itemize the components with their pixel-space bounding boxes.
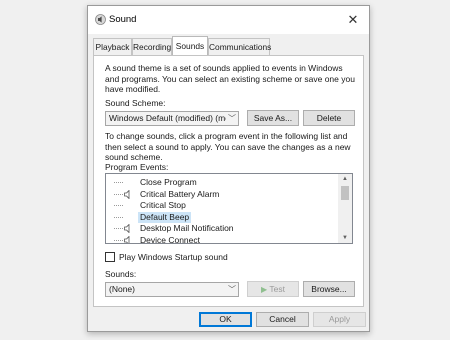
title-bar: Sound ✕ (88, 6, 369, 34)
speaker-icon (124, 235, 132, 243)
intro-line: and programs. You can select an existing… (105, 73, 355, 84)
event-label: Device Connect (140, 234, 201, 244)
chevron-down-icon: ﹀ (226, 112, 238, 125)
speaker-icon (124, 223, 132, 234)
scroll-thumb[interactable] (341, 186, 349, 200)
tab-playback[interactable]: Playback (93, 38, 132, 55)
ok-button[interactable]: OK (199, 312, 252, 327)
startup-sound-label: Play Windows Startup sound (119, 252, 228, 262)
event-label: Default Beep (138, 211, 192, 223)
chevron-down-icon: ﹀ (226, 283, 238, 296)
save-as-button[interactable]: Save As... (247, 110, 299, 126)
scheme-value: Windows Default (modified) (mc (109, 113, 230, 123)
play-icon: ▶ (261, 285, 268, 294)
event-label: Desktop Mail Notification (140, 223, 234, 233)
scroll-down-icon[interactable]: ▼ (338, 233, 352, 243)
list-item[interactable]: Desktop Mail Notification (106, 223, 338, 235)
sounds-label: Sounds: (105, 269, 137, 279)
test-button[interactable]: ▶ Test (247, 281, 299, 297)
apply-button[interactable]: Apply (313, 312, 366, 327)
instructions-text: To change sounds, click a program event … (105, 131, 351, 163)
sounds-panel: A sound theme is a set of sounds applied… (93, 55, 364, 307)
tab-communications[interactable]: Communications (208, 38, 271, 55)
list-item[interactable]: Close Program (106, 177, 338, 189)
instructions-line: sound scheme. (105, 152, 163, 162)
cancel-button[interactable]: Cancel (256, 312, 309, 327)
scroll-up-icon[interactable]: ▲ (338, 174, 352, 184)
list-item[interactable]: Critical Stop (106, 200, 338, 212)
tab-sounds[interactable]: Sounds (172, 36, 208, 55)
event-label: Close Program (140, 177, 197, 187)
tab-recording[interactable]: Recording (132, 38, 172, 55)
tree-line (114, 216, 123, 218)
program-events-label: Program Events: (105, 162, 169, 172)
browse-button[interactable]: Browse... (303, 281, 355, 297)
program-events-list[interactable]: Close Program Critical Battery Alarm Cri… (105, 173, 353, 244)
tree-line (114, 182, 123, 183)
sounds-select[interactable]: (None) ﹀ (105, 282, 239, 297)
intro-text: A sound theme is a set of sounds applied… (105, 63, 355, 95)
window-title: Sound (109, 14, 137, 25)
intro-line: A sound theme is a set of sounds applied… (105, 63, 343, 73)
scheme-select[interactable]: Windows Default (modified) (mc ﹀ (105, 111, 239, 126)
speaker-icon (124, 189, 132, 199)
instructions-line: then select a sound to apply. You can sa… (105, 141, 351, 152)
sound-icon (95, 14, 106, 25)
vertical-scrollbar[interactable]: ▲ ▼ (338, 174, 352, 243)
list-item[interactable]: Device Connect (106, 234, 338, 244)
sounds-value: (None) (109, 284, 135, 294)
intro-line: have modified. (105, 84, 161, 94)
delete-button[interactable]: Delete (303, 110, 355, 126)
scheme-label: Sound Scheme: (105, 98, 166, 108)
tree-line (114, 205, 123, 206)
close-button[interactable]: ✕ (342, 11, 364, 29)
event-label: Critical Stop (140, 200, 186, 210)
startup-sound-checkbox[interactable] (105, 252, 115, 262)
list-item[interactable]: Critical Battery Alarm (106, 189, 338, 201)
test-label: Test (269, 284, 285, 294)
sound-dialog: Sound ✕ Playback Recording Sounds Commun… (87, 5, 370, 332)
event-label: Critical Battery Alarm (140, 188, 220, 199)
tree-line (114, 193, 123, 195)
tree-line (114, 239, 123, 241)
instructions-line: To change sounds, click a program event … (105, 131, 348, 141)
tree-line (114, 228, 123, 229)
list-item-selected[interactable]: Default Beep (106, 211, 338, 223)
